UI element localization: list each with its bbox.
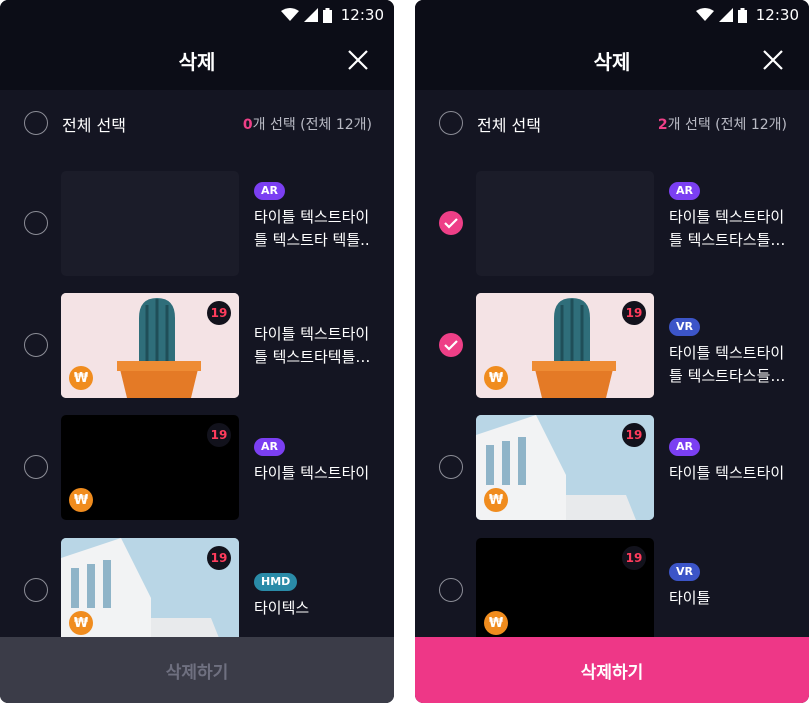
item-radio[interactable]	[439, 578, 463, 602]
wifi-icon	[280, 8, 299, 21]
selection-count-suffix: 개 선택 (전체 12개)	[252, 117, 372, 133]
list-item[interactable]: AR 타이틀 텍스트타이틀 텍스트타 텍틀..	[0, 171, 394, 279]
delete-button[interactable]: 삭제하기	[415, 637, 809, 703]
age-rating-badge: 19	[622, 301, 646, 325]
item-title: 타이틀 텍스트타이틀 텍스트타 텍틀..	[254, 208, 370, 249]
item-title: 타이텍스	[254, 599, 310, 617]
item-radio-checked[interactable]	[439, 333, 463, 357]
close-icon[interactable]	[759, 46, 787, 74]
won-icon: ₩	[484, 488, 508, 512]
select-all-radio[interactable]	[24, 111, 48, 135]
type-badge: HMD	[254, 573, 298, 591]
close-icon[interactable]	[344, 46, 372, 74]
thumbnail	[476, 171, 654, 276]
thumbnail: 19 ₩	[476, 415, 654, 520]
battery-icon	[322, 7, 332, 23]
status-bar: 12:30	[0, 0, 394, 30]
list-item[interactable]: 19 ₩ HMD 타이텍스	[0, 538, 394, 646]
age-rating-badge: 19	[207, 301, 231, 325]
check-icon	[444, 218, 458, 229]
list-item[interactable]: 19 ₩ AR 타이틀 텍스트타이	[415, 415, 809, 523]
selection-count: 2개 선택 (전체 12개)	[658, 114, 787, 134]
item-radio-checked[interactable]	[439, 211, 463, 235]
item-title: 타이틀 텍스트타이틀 텍스트타텍틀…	[254, 325, 371, 366]
item-radio[interactable]	[439, 455, 463, 479]
delete-button[interactable]: 삭제하기	[0, 637, 394, 703]
age-rating-badge: 19	[207, 423, 231, 447]
header: 삭제	[415, 30, 809, 90]
age-rating-badge: 19	[622, 423, 646, 447]
list-item[interactable]: 19 ₩ VR 타이틀 텍스트타이틀 텍스트타스들…	[415, 293, 809, 401]
item-title: 타이틀 텍스트타이틀 텍스트타스들…	[669, 344, 786, 385]
page-title: 삭제	[178, 49, 216, 74]
selection-count: 0개 선택 (전체 12개)	[243, 114, 372, 134]
status-bar: 12:30	[415, 0, 809, 30]
thumbnail: 19 ₩	[61, 415, 239, 520]
wifi-icon	[695, 8, 714, 21]
delete-screen-selected: 12:30 삭제 전체 선택 2개 선택 (전체 12개) AR 타이틀 텍스트…	[415, 0, 809, 703]
won-icon: ₩	[69, 366, 93, 390]
list-item[interactable]: AR 타이틀 텍스트타이틀 텍스트타스틀…	[415, 171, 809, 279]
type-badge: AR	[669, 182, 700, 200]
select-all-row[interactable]: 전체 선택 2개 선택 (전체 12개)	[415, 104, 809, 144]
item-title: 타이틀 텍스트타이틀 텍스트타스틀…	[669, 208, 786, 249]
type-badge: AR	[254, 182, 285, 200]
thumbnail: 19 ₩	[61, 538, 239, 643]
won-icon: ₩	[484, 611, 508, 635]
won-icon: ₩	[69, 611, 93, 635]
item-title: 타이틀 텍스트타이	[254, 464, 370, 482]
item-title: 타이틀	[669, 589, 711, 607]
item-title: 타이틀 텍스트타이	[669, 464, 785, 482]
item-radio[interactable]	[24, 455, 48, 479]
select-all-label: 전체 선택	[477, 116, 541, 135]
select-all-label: 전체 선택	[62, 116, 126, 135]
item-radio[interactable]	[24, 578, 48, 602]
won-icon: ₩	[484, 366, 508, 390]
signal-icon	[303, 8, 318, 22]
item-radio[interactable]	[24, 333, 48, 357]
comparison-stage: 12:30 삭제 전체 선택 0개 선택 (전체 12개) AR 타이틀 텍스트…	[0, 0, 809, 703]
status-time: 12:30	[755, 6, 799, 24]
age-rating-badge: 19	[207, 546, 231, 570]
thumbnail	[61, 171, 239, 276]
type-badge: VR	[669, 318, 700, 336]
status-time: 12:30	[340, 6, 384, 24]
thumbnail: 19 ₩	[476, 293, 654, 398]
type-badge: VR	[669, 563, 700, 581]
header: 삭제	[0, 30, 394, 90]
list-item[interactable]: 19 ₩ VR 타이틀	[415, 538, 809, 646]
select-all-radio[interactable]	[439, 111, 463, 135]
thumbnail: 19 ₩	[476, 538, 654, 643]
delete-screen-unselected: 12:30 삭제 전체 선택 0개 선택 (전체 12개) AR 타이틀 텍스트…	[0, 0, 394, 703]
selected-count: 2	[657, 117, 668, 133]
selected-count: 0	[242, 117, 253, 133]
thumbnail: 19 ₩	[61, 293, 239, 398]
list-item[interactable]: 19 ₩ AR 타이틀 텍스트타이	[0, 415, 394, 523]
page-title: 삭제	[593, 49, 631, 74]
selection-count-suffix: 개 선택 (전체 12개)	[667, 117, 787, 133]
type-badge: AR	[254, 438, 285, 456]
age-rating-badge: 19	[622, 546, 646, 570]
select-all-row[interactable]: 전체 선택 0개 선택 (전체 12개)	[0, 104, 394, 144]
signal-icon	[718, 8, 733, 22]
item-radio[interactable]	[24, 211, 48, 235]
won-icon: ₩	[69, 488, 93, 512]
type-badge: AR	[669, 438, 700, 456]
list-item[interactable]: 19 ₩ 타이틀 텍스트타이틀 텍스트타텍틀…	[0, 293, 394, 401]
check-icon	[444, 340, 458, 351]
battery-icon	[737, 7, 747, 23]
